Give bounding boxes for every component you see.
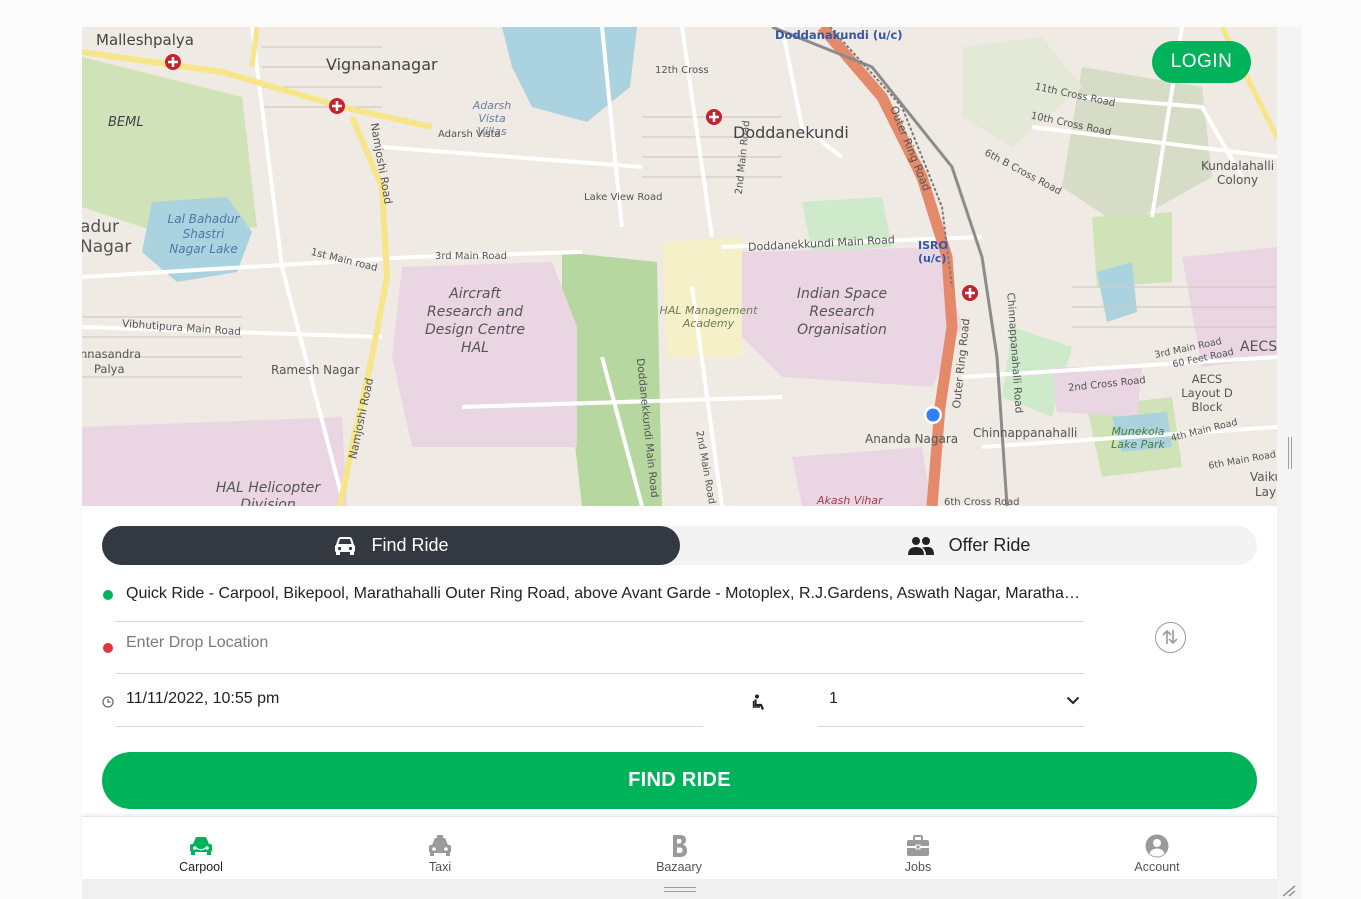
nav-label: Jobs <box>904 860 932 874</box>
map-label: ISRO (u/c) <box>918 239 948 265</box>
map-label: Lal Bahadur Shastri Nagar Lake <box>167 212 240 256</box>
map-label: Palya <box>94 362 125 376</box>
map-label: Lake View Road <box>584 192 663 203</box>
map-label: adur <box>82 217 119 237</box>
map-label: Adarsh Vista <box>438 129 501 140</box>
nav-label: Account <box>1134 860 1180 874</box>
vertical-resize-handle[interactable] <box>1288 437 1292 469</box>
map-label: Kundalahalli Colony <box>1200 159 1275 187</box>
map-label: Doddanakundi (u/c) <box>775 28 903 42</box>
map-label: Lay <box>1255 485 1277 499</box>
drop-location-input[interactable] <box>126 634 1026 652</box>
drop-dot-icon <box>103 643 113 653</box>
chevron-down-icon <box>1066 696 1080 705</box>
map-label: AECS L <box>1240 339 1277 355</box>
bazaary-icon <box>673 835 687 857</box>
tab-find-ride[interactable]: Find Ride <box>102 526 680 565</box>
find-ride-button[interactable]: FIND RIDE <box>102 752 1257 809</box>
map-label: Ananda Nagara <box>865 432 959 446</box>
carpool-icon <box>190 837 212 855</box>
map-label: 6th Cross Road <box>944 497 1020 506</box>
horizontal-resize-handle[interactable] <box>664 887 696 892</box>
swap-icon <box>1162 629 1178 645</box>
nav-item-account[interactable]: Account <box>1097 817 1217 880</box>
map-label: Munekola Lake Park <box>1111 425 1165 451</box>
nav-label: Carpool <box>179 860 223 874</box>
map-label: nnasandra <box>82 347 142 361</box>
map-label: Ramesh Nagar <box>271 363 360 377</box>
resize-corner-icon[interactable] <box>1281 883 1297 897</box>
taxi-icon <box>429 835 451 856</box>
map-label: Akash Vihar <box>817 494 883 506</box>
map-label: Vaiku <box>1250 470 1277 484</box>
map-label: BEML <box>108 115 144 130</box>
login-button[interactable]: LOGIN <box>1152 41 1251 83</box>
swap-locations-button[interactable] <box>1155 622 1186 653</box>
map-label: 3rd Main Road <box>435 251 507 262</box>
seats-value: 1 <box>829 690 838 707</box>
jobs-icon <box>907 835 929 856</box>
nav-item-taxi[interactable]: Taxi <box>380 817 500 880</box>
seats-select[interactable]: 1 <box>818 675 1084 727</box>
map-label: Malleshpalya <box>96 31 194 49</box>
map-label: 12th Cross <box>655 65 709 76</box>
pickup-location-text: Quick Ride - Carpool, Bikepool, Marathah… <box>126 585 1086 602</box>
account-icon <box>1145 834 1169 858</box>
bottom-navigation: Carpool Taxi Bazaary Jobs Account <box>82 816 1277 879</box>
tab-offer-ride[interactable]: Offer Ride <box>680 526 1257 565</box>
nav-item-bazaary[interactable]: Bazaary <box>619 817 739 880</box>
app-window: Malleshpalya Vignananagar BEML Doddanaku… <box>0 0 1361 899</box>
people-icon <box>907 536 934 555</box>
map-label: HAL Helicopter Division <box>215 480 321 506</box>
ride-mode-tabs: Find Ride Offer Ride <box>102 526 1257 565</box>
tab-find-ride-label: Find Ride <box>371 535 449 555</box>
nav-label: Bazaary <box>656 860 702 874</box>
map-label: AECS Layout D Block <box>1181 372 1233 414</box>
map-label: Vignananagar <box>326 55 438 74</box>
map-label: Indian Space Research Organisation <box>796 286 888 338</box>
map-label: Chinnappanahalli <box>973 426 1078 440</box>
nav-item-jobs[interactable]: Jobs <box>858 817 978 880</box>
map-label: HAL Management Academy <box>659 304 758 330</box>
map-label: Aircraft Research and Design Centre HAL <box>425 286 525 356</box>
pickup-dot-icon <box>103 590 113 600</box>
car-icon <box>335 536 356 555</box>
nav-item-carpool[interactable]: Carpool <box>141 817 261 880</box>
tab-offer-ride-label: Offer Ride <box>948 535 1031 555</box>
nav-label: Taxi <box>428 860 452 874</box>
drop-field[interactable] <box>115 622 1084 674</box>
map-view[interactable]: Malleshpalya Vignananagar BEML Doddanaku… <box>82 27 1277 506</box>
pickup-field[interactable]: Quick Ride - Carpool, Bikepool, Marathah… <box>115 570 1086 622</box>
datetime-field[interactable]: 11/11/2022, 10:55 pm <box>115 675 703 727</box>
seat-icon <box>752 694 765 710</box>
map-label: Nagar <box>82 237 132 257</box>
clock-icon <box>102 696 114 708</box>
datetime-value: 11/11/2022, 10:55 pm <box>126 690 280 707</box>
